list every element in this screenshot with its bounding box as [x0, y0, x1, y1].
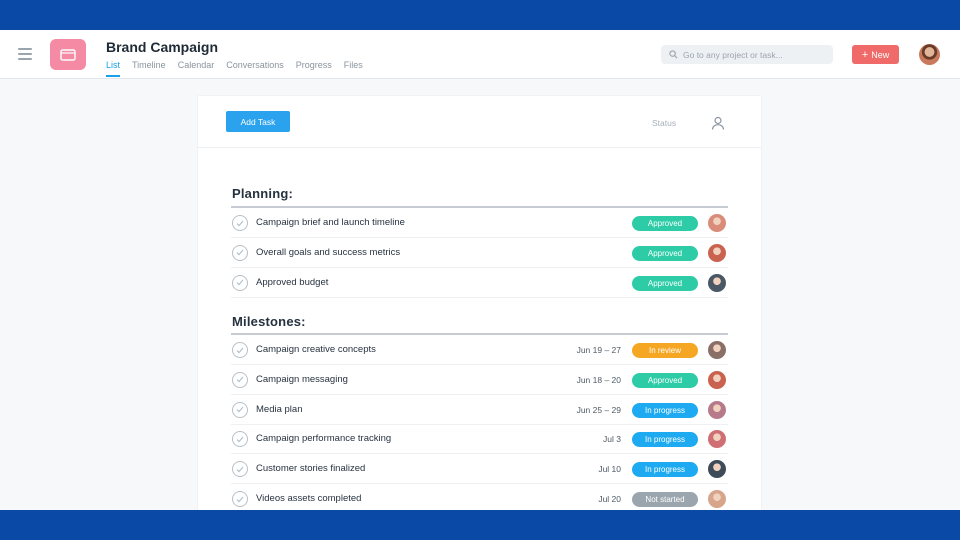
project-title: Brand Campaign	[106, 39, 219, 55]
assignee-avatar[interactable]	[708, 460, 726, 479]
assignee-avatar[interactable]	[708, 490, 726, 508]
task-row[interactable]: Videos assets completed Jul 20 Not started	[231, 484, 728, 510]
top-frame-band	[0, 0, 960, 30]
due-date: Jul 10	[598, 464, 621, 475]
status-badge[interactable]: In review	[632, 343, 698, 358]
complete-checkbox-icon[interactable]	[232, 491, 248, 507]
complete-checkbox-icon[interactable]	[232, 371, 248, 388]
complete-checkbox-icon[interactable]	[232, 244, 248, 261]
assignee-avatar[interactable]	[708, 243, 726, 262]
task-row[interactable]: Campaign performance tracking Jul 3 In pro…	[231, 424, 728, 455]
complete-checkbox-icon[interactable]	[232, 215, 248, 231]
complete-checkbox-icon[interactable]	[232, 401, 248, 418]
due-date: Jul 3	[603, 434, 621, 445]
top-navigation-bar: Brand Campaign List Timeline Calendar Co…	[0, 30, 960, 79]
due-date: Jun 25 – 29	[576, 404, 621, 415]
assignee-avatar[interactable]	[708, 341, 726, 359]
status-badge[interactable]: Not started	[632, 492, 698, 507]
plus-icon: +	[861, 48, 869, 61]
assignee-avatar[interactable]	[708, 273, 726, 292]
project-tabs: List Timeline Calendar Conversations Pro…	[106, 60, 375, 77]
app-window: Brand Campaign List Timeline Calendar Co…	[0, 30, 960, 510]
search-icon	[669, 50, 678, 59]
task-name[interactable]: Campaign brief and launch timeline	[256, 217, 405, 228]
complete-checkbox-icon[interactable]	[232, 274, 248, 291]
task-row[interactable]: Campaign brief and launch timeline Approv…	[231, 208, 728, 238]
task-list-toolbar: Add Task Status	[198, 96, 761, 148]
status-badge[interactable]: Approved	[632, 245, 698, 261]
assignee-avatar[interactable]	[708, 370, 726, 389]
due-date: Jul 20	[598, 494, 621, 504]
user-avatar[interactable]	[919, 44, 940, 65]
person-icon[interactable]	[710, 115, 726, 131]
task-list-card: Add Task Status Planning: Campaign brief …	[198, 96, 761, 510]
assignee-avatar[interactable]	[708, 400, 726, 419]
task-name[interactable]: Campaign messaging	[256, 374, 348, 385]
task-row[interactable]: Campaign messaging Jun 18 – 20 Approved	[231, 365, 728, 395]
bottom-frame-band	[0, 510, 960, 540]
search-box[interactable]	[661, 45, 833, 64]
task-row[interactable]: Approved budget Approved	[231, 268, 728, 298]
due-date: Jun 18 – 20	[576, 374, 621, 385]
add-task-button[interactable]: Add Task	[226, 111, 290, 132]
complete-checkbox-icon[interactable]	[232, 461, 248, 478]
task-row[interactable]: Campaign creative concepts Jun 19 – 27 In …	[231, 335, 728, 365]
tab-list[interactable]: List	[106, 60, 121, 77]
section-title: Planning:	[232, 186, 294, 201]
section-title: Milestones:	[232, 314, 306, 329]
assignee-avatar[interactable]	[708, 214, 726, 232]
tab-timeline[interactable]: Timeline	[132, 60, 166, 77]
status-badge[interactable]: Approved	[632, 275, 698, 291]
search-input[interactable]	[683, 49, 823, 60]
hamburger-menu-icon[interactable]	[18, 48, 32, 60]
calendar-card-icon	[50, 39, 86, 70]
status-badge[interactable]: In progress	[632, 432, 698, 448]
tab-conversations[interactable]: Conversations	[226, 60, 284, 77]
status-column-label[interactable]: Status	[652, 118, 676, 128]
status-badge[interactable]: Approved	[632, 216, 698, 231]
task-row[interactable]: Customer stories finalized Jul 10 In progr…	[231, 454, 728, 485]
status-badge[interactable]: In progress	[632, 462, 698, 478]
tab-progress[interactable]: Progress	[296, 60, 332, 77]
task-name[interactable]: Approved budget	[256, 277, 328, 288]
complete-checkbox-icon[interactable]	[232, 342, 248, 358]
status-badge[interactable]: In progress	[632, 402, 698, 418]
status-badge[interactable]: Approved	[632, 372, 698, 388]
tab-calendar[interactable]: Calendar	[178, 60, 215, 77]
task-name[interactable]: Media plan	[256, 404, 302, 415]
task-name[interactable]: Customer stories finalized	[256, 463, 365, 474]
task-name[interactable]: Campaign performance tracking	[256, 433, 391, 444]
new-button[interactable]: + New	[852, 45, 899, 64]
task-name[interactable]: Campaign creative concepts	[256, 344, 376, 355]
new-button-label: New	[871, 49, 890, 60]
task-row[interactable]: Overall goals and success metrics Approve…	[231, 238, 728, 268]
tab-files[interactable]: Files	[344, 60, 363, 77]
task-name[interactable]: Videos assets completed	[256, 493, 361, 504]
task-name[interactable]: Overall goals and success metrics	[256, 247, 400, 258]
complete-checkbox-icon[interactable]	[232, 431, 248, 448]
assignee-avatar[interactable]	[708, 430, 726, 449]
task-row[interactable]: Media plan Jun 25 – 29 In progress	[231, 395, 728, 425]
due-date: Jun 19 – 27	[576, 345, 621, 355]
